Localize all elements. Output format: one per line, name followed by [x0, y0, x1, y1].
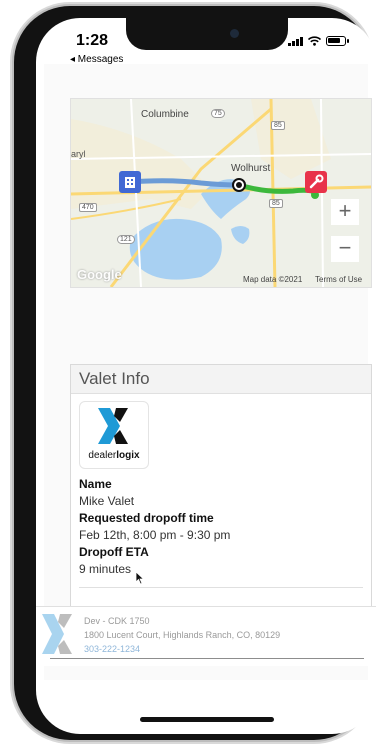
phone-frame: 1:28 ◂ Messages Columbine Wolhurst aryl … [14, 6, 376, 740]
building-icon [125, 177, 135, 188]
battery-icon [326, 36, 349, 46]
web-content: Columbine Wolhurst aryl 75 85 85 470 121… [44, 64, 372, 680]
map-road-shield-470: 470 [79, 203, 97, 212]
valet-info-card: Valet Info dealerlogix Name Mike Valet R… [70, 364, 372, 616]
front-camera [230, 29, 239, 38]
footer-bottom-divider [50, 658, 364, 659]
name-label: Name [79, 477, 112, 491]
dealerlogix-logo: dealerlogix [79, 401, 149, 469]
dropoff-time-value: Feb 12th, 8:00 pm - 9:30 pm [79, 528, 231, 542]
map-terms-link[interactable]: Terms of Use [315, 275, 362, 284]
name-value: Mike Valet [79, 494, 135, 508]
x-logo-icon [98, 408, 128, 444]
dealer-location-marker[interactable] [305, 171, 327, 193]
route-map[interactable]: Columbine Wolhurst aryl 75 85 85 470 121… [70, 98, 372, 288]
signal-icon [288, 36, 303, 46]
footer-logo-icon [42, 614, 72, 654]
map-road-shield-85-bottom: 85 [269, 199, 283, 208]
map-label-wolhurst: Wolhurst [231, 163, 271, 174]
zoom-in-button[interactable]: + [331, 199, 359, 225]
valet-info-title: Valet Info [71, 365, 371, 394]
dealer-footer: Dev - CDK 1750 1800 Lucent Court, Highla… [36, 606, 376, 666]
dropoff-time-label: Requested dropoff time [79, 511, 214, 525]
footer-address: 1800 Lucent Court, Highlands Ranch, CO, … [84, 630, 281, 640]
home-indicator[interactable] [140, 717, 274, 722]
logo-wordmark: dealerlogix [80, 450, 148, 461]
map-road-shield-121: 121 [117, 235, 135, 244]
map-canvas [71, 99, 371, 287]
dropoff-eta-value: 9 minutes [79, 562, 132, 576]
map-attribution: Map data ©2021 [243, 275, 303, 284]
notch [126, 18, 288, 50]
mouse-cursor-icon [135, 571, 145, 585]
status-icons [288, 36, 349, 46]
google-logo: Google [77, 267, 122, 282]
status-time: 1:28 [76, 32, 109, 49]
map-road-shield-75: 75 [211, 109, 225, 118]
home-location-marker[interactable] [119, 171, 141, 193]
phone-screen: 1:28 ◂ Messages Columbine Wolhurst aryl … [36, 18, 376, 734]
footer-phone-link[interactable]: 303-222-1234 [84, 644, 140, 654]
logo-text-bold: logix [116, 450, 140, 461]
map-road-shield-85-top: 85 [271, 121, 285, 130]
map-label-columbine: Columbine [141, 109, 189, 120]
dropoff-eta-label: Dropoff ETA [79, 545, 149, 559]
wifi-icon [308, 36, 321, 46]
map-label-aryl: aryl [71, 149, 86, 159]
zoom-out-button[interactable]: − [331, 236, 359, 262]
footer-top-divider [36, 606, 376, 607]
footer-dealer-name: Dev - CDK 1750 [84, 616, 150, 626]
wrench-icon [309, 174, 324, 189]
card-divider [79, 587, 363, 588]
logo-text: dealer [88, 450, 117, 461]
